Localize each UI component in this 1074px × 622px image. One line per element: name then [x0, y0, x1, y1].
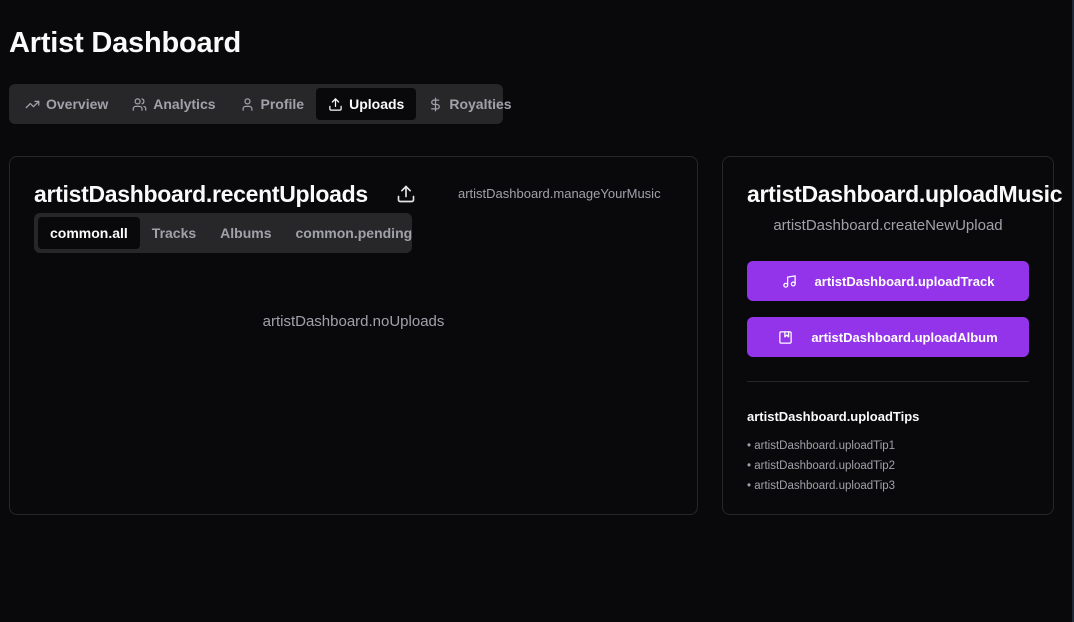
user-icon [242, 97, 253, 111]
tab-profile[interactable]: Profile [228, 88, 317, 120]
tab-tracks[interactable]: Tracks [140, 217, 208, 249]
tab-analytics[interactable]: Analytics [120, 88, 227, 120]
upload-icon [397, 185, 415, 203]
main-tab-bar: Overview Analytics Profile Uploads Royal… [9, 84, 512, 124]
upload-tips-title: artistDashboard.uploadTips [747, 409, 920, 424]
tab-profile-label: Profile [260, 96, 305, 112]
upload-filter-tabs: common.all Tracks Albums common.pending [34, 213, 412, 253]
tab-overview[interactable]: Overview [13, 88, 120, 120]
upload-tip: • artistDashboard.uploadTip2 [747, 460, 896, 472]
empty-state-text: artistDashboard.noUploads [262, 313, 445, 330]
upload-tip: • artistDashboard.uploadTip3 [747, 480, 896, 492]
create-upload-subtitle: artistDashboard.createNewUpload [773, 217, 1003, 234]
divider [747, 381, 1029, 382]
tab-pending[interactable]: common.pending [284, 217, 425, 249]
users-icon [132, 97, 147, 111]
music-note-icon [782, 274, 796, 288]
upload-album-button[interactable]: artistDashboard.uploadAlbum [747, 317, 1029, 357]
recent-uploads-card: artistDashboard.recentUploads artistDash… [9, 156, 698, 515]
upload-album-label: artistDashboard.uploadAlbum [811, 329, 998, 345]
tab-uploads[interactable]: Uploads [316, 88, 417, 120]
upload-track-label: artistDashboard.uploadTrack [814, 273, 995, 289]
tab-royalties-label: Royalties [449, 96, 512, 112]
upload-track-button[interactable]: artistDashboard.uploadTrack [747, 261, 1029, 301]
tab-uploads-label: Uploads [349, 96, 405, 112]
upload-button[interactable] [396, 184, 416, 204]
tab-albums[interactable]: Albums [208, 217, 283, 249]
page-title: Artist Dashboard [9, 27, 242, 59]
upload-music-title: artistDashboard.uploadMusic [747, 181, 1063, 207]
dollar-icon [431, 97, 441, 111]
upload-music-card: artistDashboard.uploadMusic artistDashbo… [722, 156, 1063, 515]
album-icon [779, 330, 793, 344]
upload-tip: • artistDashboard.uploadTip1 [747, 440, 896, 452]
recent-uploads-title: artistDashboard.recentUploads [34, 181, 368, 207]
tab-all[interactable]: common.all [38, 217, 140, 249]
manage-music-text: artistDashboard.manageYourMusic [458, 186, 661, 201]
tab-overview-label: Overview [46, 96, 109, 112]
upload-icon [329, 97, 342, 111]
upload-tips-list: • artistDashboard.uploadTip1 • artistDas… [747, 436, 895, 496]
tab-analytics-label: Analytics [153, 96, 216, 112]
trending-up-icon [25, 100, 40, 108]
tab-royalties[interactable]: Royalties [416, 88, 523, 120]
